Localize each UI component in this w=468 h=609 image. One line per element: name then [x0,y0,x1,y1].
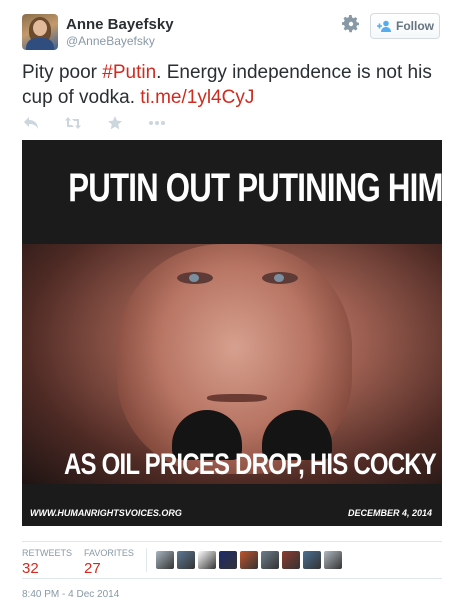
retweet-icon [65,117,81,129]
favorites-stat[interactable]: FAVORITES 27 [84,548,134,577]
favorite-icon [108,116,122,130]
retweets-stat[interactable]: RETWEETS 32 [22,548,72,577]
media-subheadline: AS OIL PRICES DROP, HIS COCKY SMILE FADE… [64,448,442,481]
tweet-timestamp[interactable]: 8:40 PM - 4 Dec 2014 [22,589,119,600]
stats-divider [146,548,147,572]
favoriter-avatar[interactable] [177,551,195,569]
favoriter-avatar[interactable] [303,551,321,569]
favoriter-avatar[interactable] [240,551,258,569]
follow-button[interactable]: Follow [370,13,440,39]
favoriter-avatar[interactable] [261,551,279,569]
favoriter-avatar[interactable] [156,551,174,569]
author-avatar[interactable] [22,14,58,50]
tweet-text-start: Pity poor [22,62,103,83]
tweet-link[interactable]: ti.me/1yl4CyJ [140,87,254,108]
media-headline: PUTIN OUT PUTINING HIMSELF. [68,166,442,210]
reply-button[interactable] [22,115,40,131]
add-user-icon [377,20,391,32]
favoriter-avatar[interactable] [219,551,237,569]
media-credit-date: DECEMBER 4, 2014 [347,508,432,518]
favorite-button[interactable] [106,115,124,131]
tweet-actions [22,114,190,132]
favorites-count: 27 [84,560,101,577]
retweet-button[interactable] [64,115,82,131]
gear-icon[interactable] [341,14,361,34]
author-handle[interactable]: @AnneBayefsky [66,34,155,48]
favoriter-avatar[interactable] [198,551,216,569]
hashtag-link[interactable]: #Putin [102,62,156,83]
tweet-stats: RETWEETS 32 FAVORITES 27 [22,541,442,579]
favorites-label: FAVORITES [84,548,134,558]
retweets-count: 32 [22,560,39,577]
tweet-text: Pity poor #Putin. Energy independence is… [22,60,442,110]
media-credit-site: WWW.HUMANRIGHTSVOICES.ORG [30,508,182,518]
follow-button-label: Follow [396,19,434,33]
reply-icon [24,117,38,129]
favoriters-avatars [156,551,342,569]
more-icon [149,121,165,125]
favoriter-avatar[interactable] [324,551,342,569]
favoriter-avatar[interactable] [282,551,300,569]
retweets-label: RETWEETS [22,548,73,558]
more-button[interactable] [148,115,166,131]
author-name[interactable]: Anne Bayefsky [66,16,174,33]
tweet-media-image[interactable]: PUTIN OUT PUTINING HIMSELF. AS OIL PRICE… [22,140,442,526]
